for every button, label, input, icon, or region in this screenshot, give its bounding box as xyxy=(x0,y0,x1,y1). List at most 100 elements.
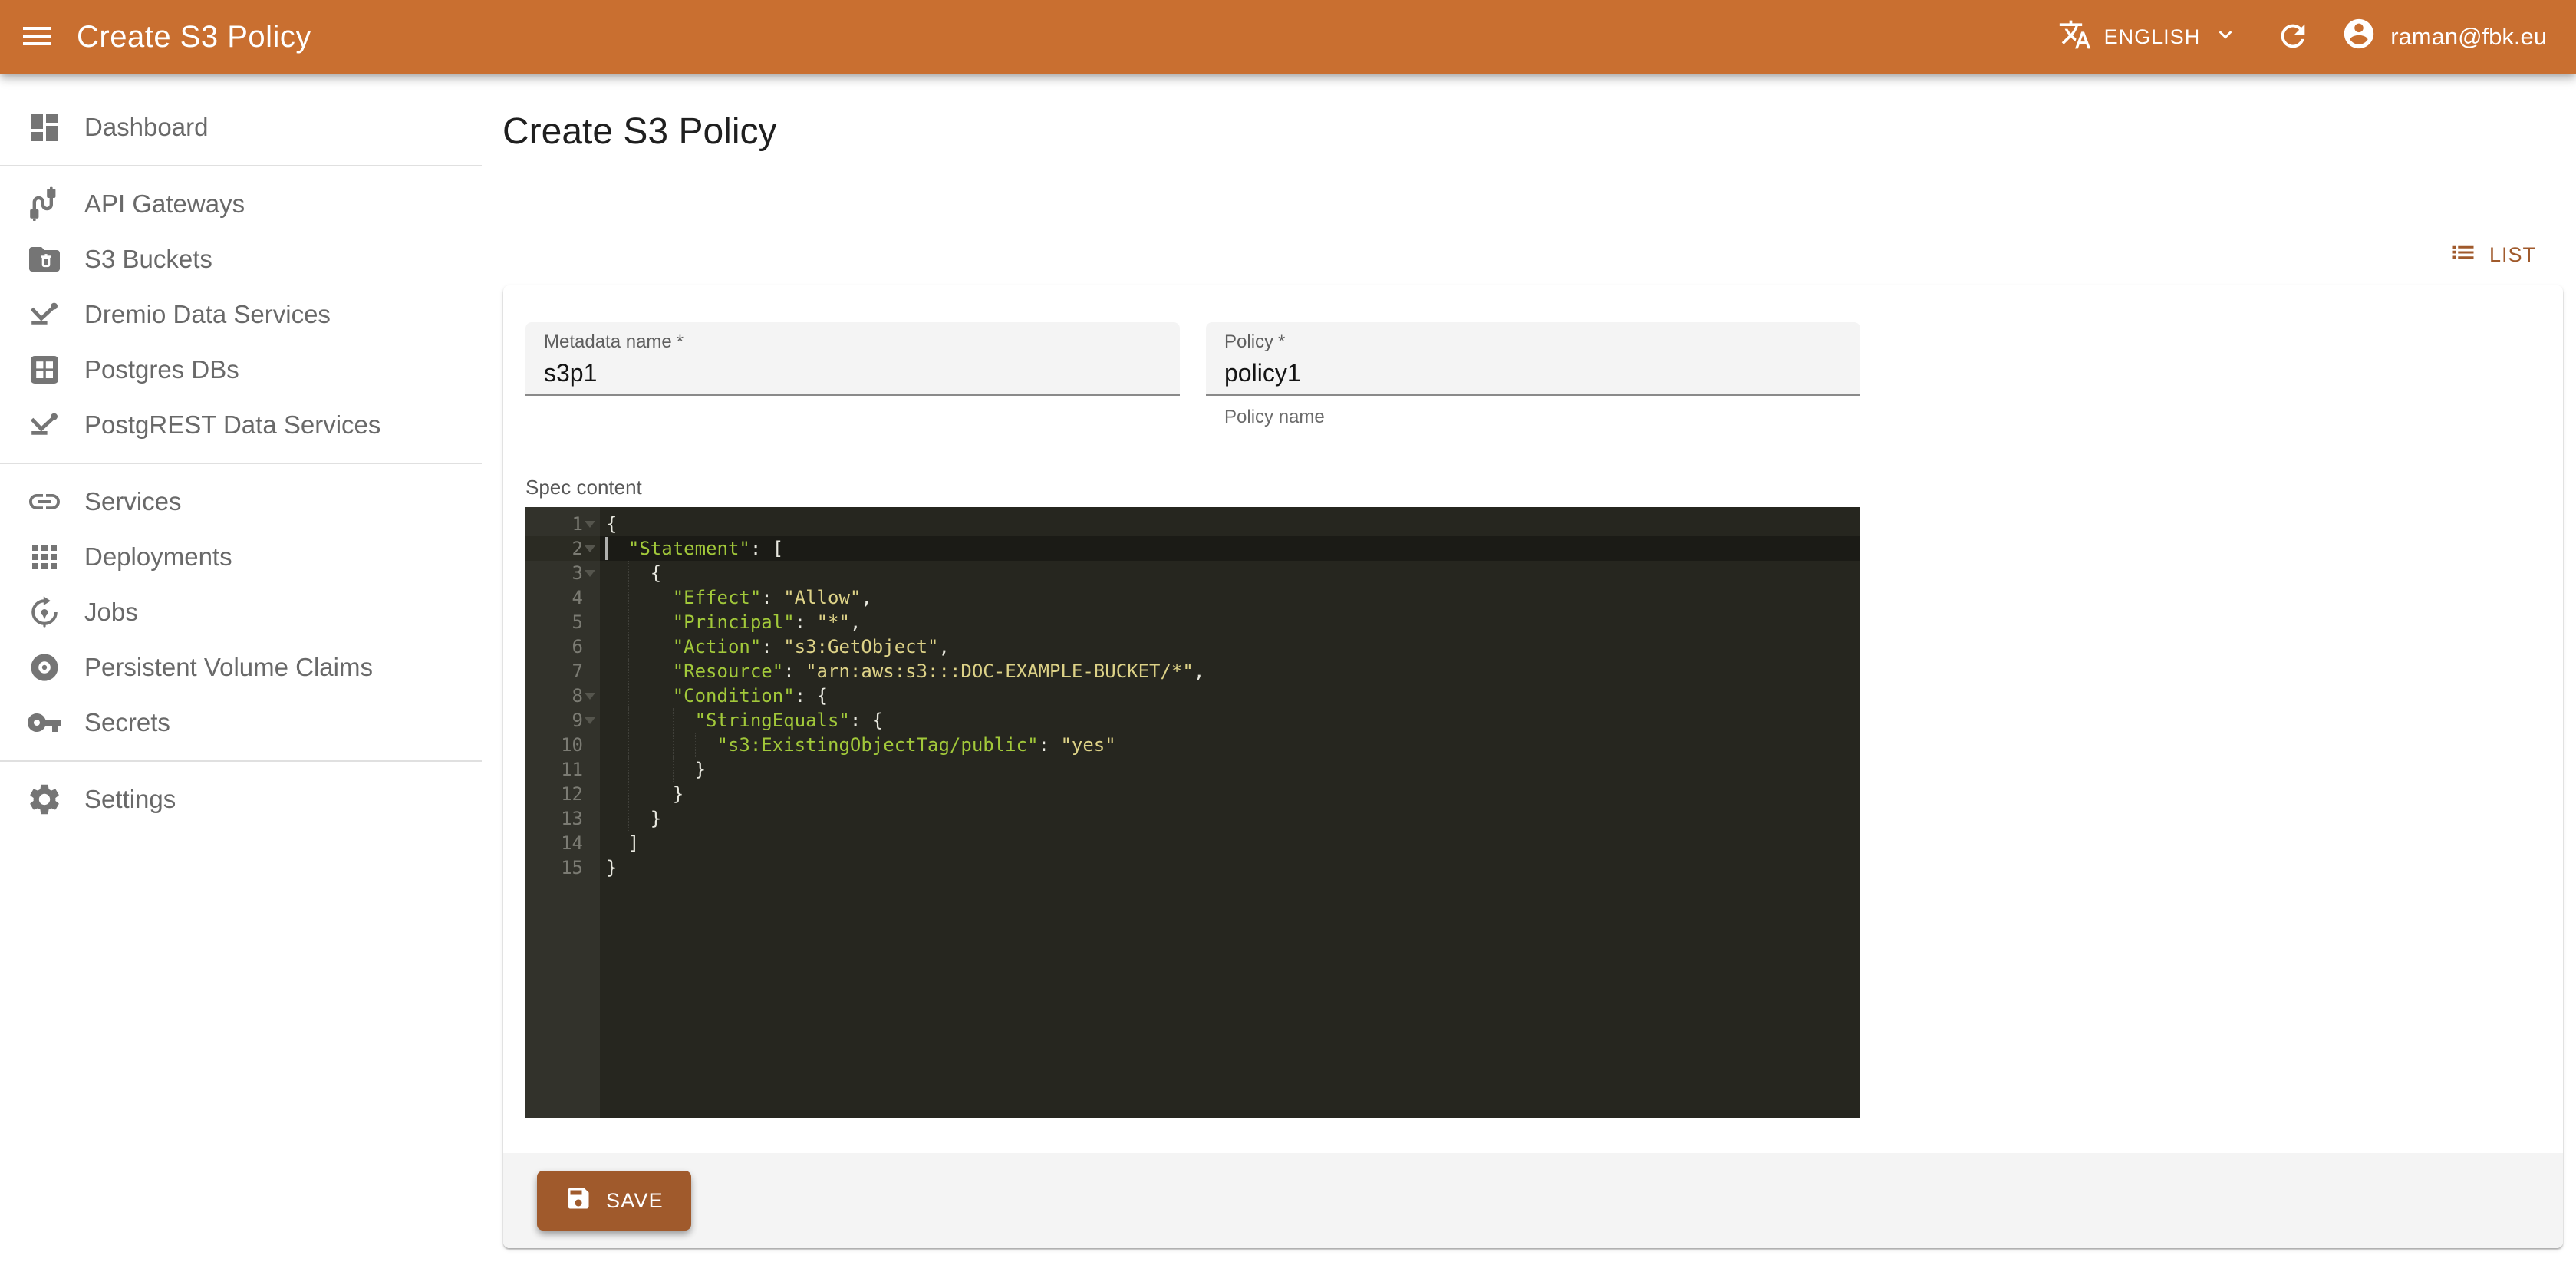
sidebar-item-api-gateways[interactable]: API Gateways xyxy=(0,176,482,232)
policy-field[interactable]: Policy* xyxy=(1206,322,1860,396)
code-line[interactable]: 13 } xyxy=(525,806,1860,831)
fold-placeholder xyxy=(583,634,597,659)
policy-helper-text: Policy name xyxy=(1224,407,1860,428)
fold-placeholder xyxy=(583,757,597,782)
metadata-name-field[interactable]: Metadata name* xyxy=(525,322,1180,396)
code-line[interactable]: 4 "Effect": "Allow", xyxy=(525,585,1860,610)
code-line[interactable]: 6 "Action": "s3:GetObject", xyxy=(525,634,1860,659)
code-line[interactable]: 11 } xyxy=(525,757,1860,782)
sidebar-item-deployments[interactable]: Deployments xyxy=(0,529,482,585)
sidebar-item-persistent-volume-claims[interactable]: Persistent Volume Claims xyxy=(0,640,482,695)
policy-input[interactable] xyxy=(1224,359,1842,387)
user-menu-button[interactable]: raman@fbk.eu xyxy=(2341,16,2547,58)
line-number: 5 xyxy=(572,610,583,634)
fold-arrow-icon[interactable] xyxy=(583,512,597,536)
indent-guide xyxy=(628,684,629,708)
form-body: Metadata name* Policy* Policy name Sp xyxy=(503,285,2563,1118)
code-line[interactable]: 8 "Condition": { xyxy=(525,684,1860,708)
sidebar-item-dremio-data-services[interactable]: Dremio Data Services xyxy=(0,287,482,342)
apps-icon xyxy=(26,539,63,575)
line-number: 13 xyxy=(561,806,583,831)
sidebar-item-dashboard[interactable]: Dashboard xyxy=(0,100,482,155)
list-icon xyxy=(2449,239,2477,272)
sidebar-item-label: S3 Buckets xyxy=(84,245,212,274)
sidebar-item-postgres-dbs[interactable]: Postgres DBs xyxy=(0,342,482,397)
indent-guide xyxy=(628,782,629,806)
spec-content-editor[interactable]: 1{2 "Statement": [3 {4 "Effect": "Allow"… xyxy=(525,507,1860,1118)
editor-gutter-cell: 10 xyxy=(525,733,600,757)
refresh-button[interactable] xyxy=(2275,18,2311,56)
policy-label: Policy* xyxy=(1224,331,1842,353)
line-number: 4 xyxy=(572,585,583,610)
editor-gutter-cell: 1 xyxy=(525,512,600,536)
code-line[interactable]: 12 } xyxy=(525,782,1860,806)
app-bar: Create S3 Policy ENGLISH raman@fbk.eu xyxy=(0,0,2576,74)
indent-guide xyxy=(673,733,674,757)
data-arrow-icon xyxy=(26,296,63,333)
create-form-card: Metadata name* Policy* Policy name Sp xyxy=(503,285,2563,1248)
line-number: 14 xyxy=(561,831,583,855)
policy-field-wrap: Policy* Policy name xyxy=(1206,322,1860,428)
indent-guide xyxy=(628,806,629,831)
editor-gutter-cell: 7 xyxy=(525,659,600,684)
code-line[interactable]: 5 "Principal": "*", xyxy=(525,610,1860,634)
sidebar-item-label: Persistent Volume Claims xyxy=(84,653,373,682)
editor-gutter-cell: 9 xyxy=(525,708,600,733)
dashboard-icon xyxy=(26,109,63,146)
code-line[interactable]: 10 "s3:ExistingObjectTag/public": "yes" xyxy=(525,733,1860,757)
code-line[interactable]: 15} xyxy=(525,855,1860,880)
fold-arrow-icon[interactable] xyxy=(583,561,597,585)
sidebar-item-postgrest-data-services[interactable]: PostgREST Data Services xyxy=(0,397,482,453)
page-title: Create S3 Policy xyxy=(502,107,2576,156)
indent-guide xyxy=(628,634,629,659)
list-button[interactable]: LIST xyxy=(2437,231,2548,279)
line-number: 15 xyxy=(561,855,583,880)
sidebar-item-label: Secrets xyxy=(84,708,170,737)
fold-arrow-icon[interactable] xyxy=(583,536,597,561)
account-circle-icon xyxy=(2341,16,2377,58)
indent-guide xyxy=(695,733,696,757)
user-email: raman@fbk.eu xyxy=(2390,23,2547,51)
indent-guide xyxy=(628,585,629,610)
folder-delete-icon xyxy=(26,241,63,278)
code-line[interactable]: 7 "Resource": "arn:aws:s3:::DOC-EXAMPLE-… xyxy=(525,659,1860,684)
code-text: "Principal": "*", xyxy=(600,610,1860,634)
sidebar-item-label: PostgREST Data Services xyxy=(84,410,380,440)
language-label: ENGLISH xyxy=(2104,25,2201,49)
indent-guide xyxy=(628,708,629,733)
editor-gutter-cell: 2 xyxy=(525,536,600,561)
code-text: "Effect": "Allow", xyxy=(600,585,1860,610)
sidebar-divider xyxy=(0,463,482,464)
spec-content-label: Spec content xyxy=(525,476,2541,499)
code-line[interactable]: 9 "StringEquals": { xyxy=(525,708,1860,733)
metadata-name-input[interactable] xyxy=(544,359,1161,387)
language-selector-button[interactable]: ENGLISH xyxy=(2058,18,2239,57)
fold-arrow-icon[interactable] xyxy=(583,708,597,733)
save-button[interactable]: SAVE xyxy=(537,1171,691,1231)
sidebar-item-s3-buckets[interactable]: S3 Buckets xyxy=(0,232,482,287)
code-line[interactable]: 2 "Statement": [ xyxy=(525,536,1860,561)
fold-arrow-icon[interactable] xyxy=(583,684,597,708)
sidebar-item-settings[interactable]: Settings xyxy=(0,772,482,827)
sidebar-item-services[interactable]: Services xyxy=(0,474,482,529)
code-text: { xyxy=(600,512,1860,536)
text-cursor xyxy=(605,537,608,560)
code-line[interactable]: 3 { xyxy=(525,561,1860,585)
required-asterisk: * xyxy=(677,331,684,352)
code-text: "Resource": "arn:aws:s3:::DOC-EXAMPLE-BU… xyxy=(600,659,1860,684)
sidebar-item-secrets[interactable]: Secrets xyxy=(0,695,482,750)
code-text: { xyxy=(600,561,1860,585)
sidebar-item-jobs[interactable]: Jobs xyxy=(0,585,482,640)
indent-guide xyxy=(628,733,629,757)
sidebar-item-label: API Gateways xyxy=(84,189,245,219)
line-number: 2 xyxy=(572,536,583,561)
editor-gutter-cell: 8 xyxy=(525,684,600,708)
editor-gutter-cell: 11 xyxy=(525,757,600,782)
menu-button[interactable] xyxy=(18,18,55,57)
code-text: "Action": "s3:GetObject", xyxy=(600,634,1860,659)
fold-placeholder xyxy=(583,733,597,757)
editor-gutter-cell: 4 xyxy=(525,585,600,610)
sidebar-item-label: Deployments xyxy=(84,542,232,572)
code-line[interactable]: 1{ xyxy=(525,512,1860,536)
code-line[interactable]: 14 ] xyxy=(525,831,1860,855)
